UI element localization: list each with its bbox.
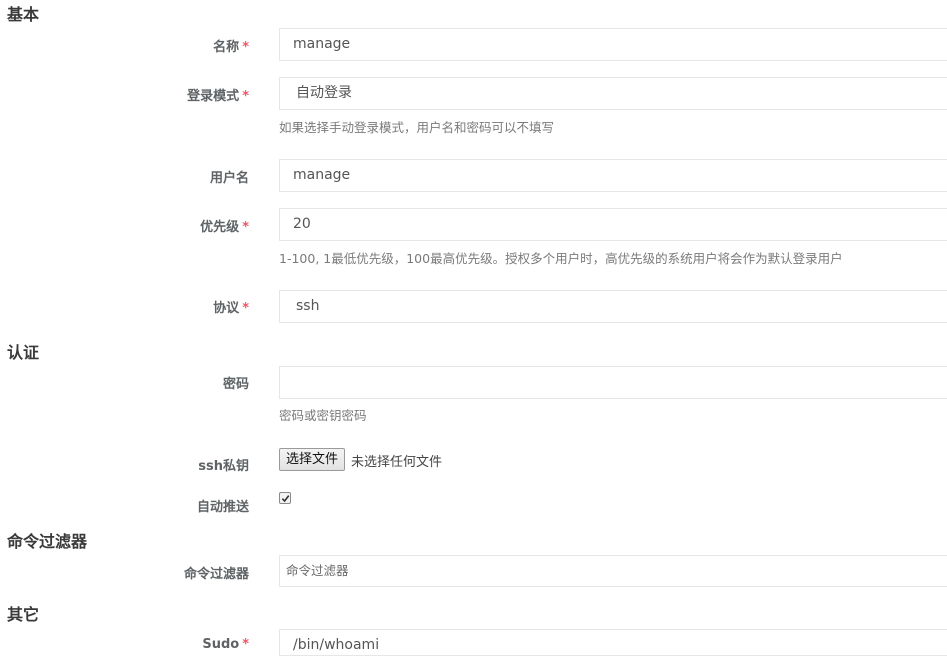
- login-mode-label: 登录模式 *: [187, 89, 249, 104]
- required-mark: *: [242, 89, 249, 104]
- name-input[interactable]: manage: [279, 28, 947, 61]
- priority-input[interactable]: 20: [279, 208, 947, 241]
- priority-help: 1-100, 1最低优先级，100最高优先级。授权多个用户时，高优先级的系统用户…: [279, 251, 843, 266]
- ssh-key-label: ssh私钥: [198, 459, 249, 474]
- login-mode-help: 如果选择手动登录模式，用户名和密码可以不填写: [279, 120, 555, 135]
- required-mark: *: [242, 637, 249, 652]
- required-mark: *: [242, 301, 249, 316]
- section-title-basic: 基本: [7, 5, 40, 24]
- sudo-input[interactable]: /bin/whoami: [279, 629, 947, 656]
- username-label: 用户名: [209, 171, 249, 186]
- password-label: 密码: [222, 377, 249, 392]
- auto-push-checkbox[interactable]: [279, 492, 291, 504]
- protocol-label: 协议 *: [213, 301, 249, 316]
- login-mode-select[interactable]: 自动登录: [279, 77, 947, 110]
- required-mark: *: [242, 40, 249, 55]
- password-input[interactable]: [279, 366, 947, 399]
- command-filter-label: 命令过滤器: [183, 567, 249, 582]
- choose-file-button[interactable]: 选择文件: [279, 448, 346, 471]
- section-title-command-filter: 命令过滤器: [7, 532, 88, 551]
- sudo-label: Sudo *: [202, 637, 249, 652]
- auto-push-label: 自动推送: [196, 500, 249, 515]
- protocol-select[interactable]: ssh: [279, 290, 947, 323]
- command-filter-select[interactable]: 命令过滤器: [279, 555, 947, 587]
- required-mark: *: [242, 220, 249, 235]
- priority-label: 优先级 *: [200, 220, 249, 235]
- name-label: 名称 *: [213, 40, 249, 55]
- file-status-text: 未选择任何文件: [351, 455, 443, 470]
- section-title-other: 其它: [7, 605, 40, 624]
- username-input[interactable]: manage: [279, 159, 947, 192]
- password-help: 密码或密钥密码: [279, 408, 367, 423]
- section-title-auth: 认证: [7, 343, 40, 362]
- check-icon: [281, 495, 290, 503]
